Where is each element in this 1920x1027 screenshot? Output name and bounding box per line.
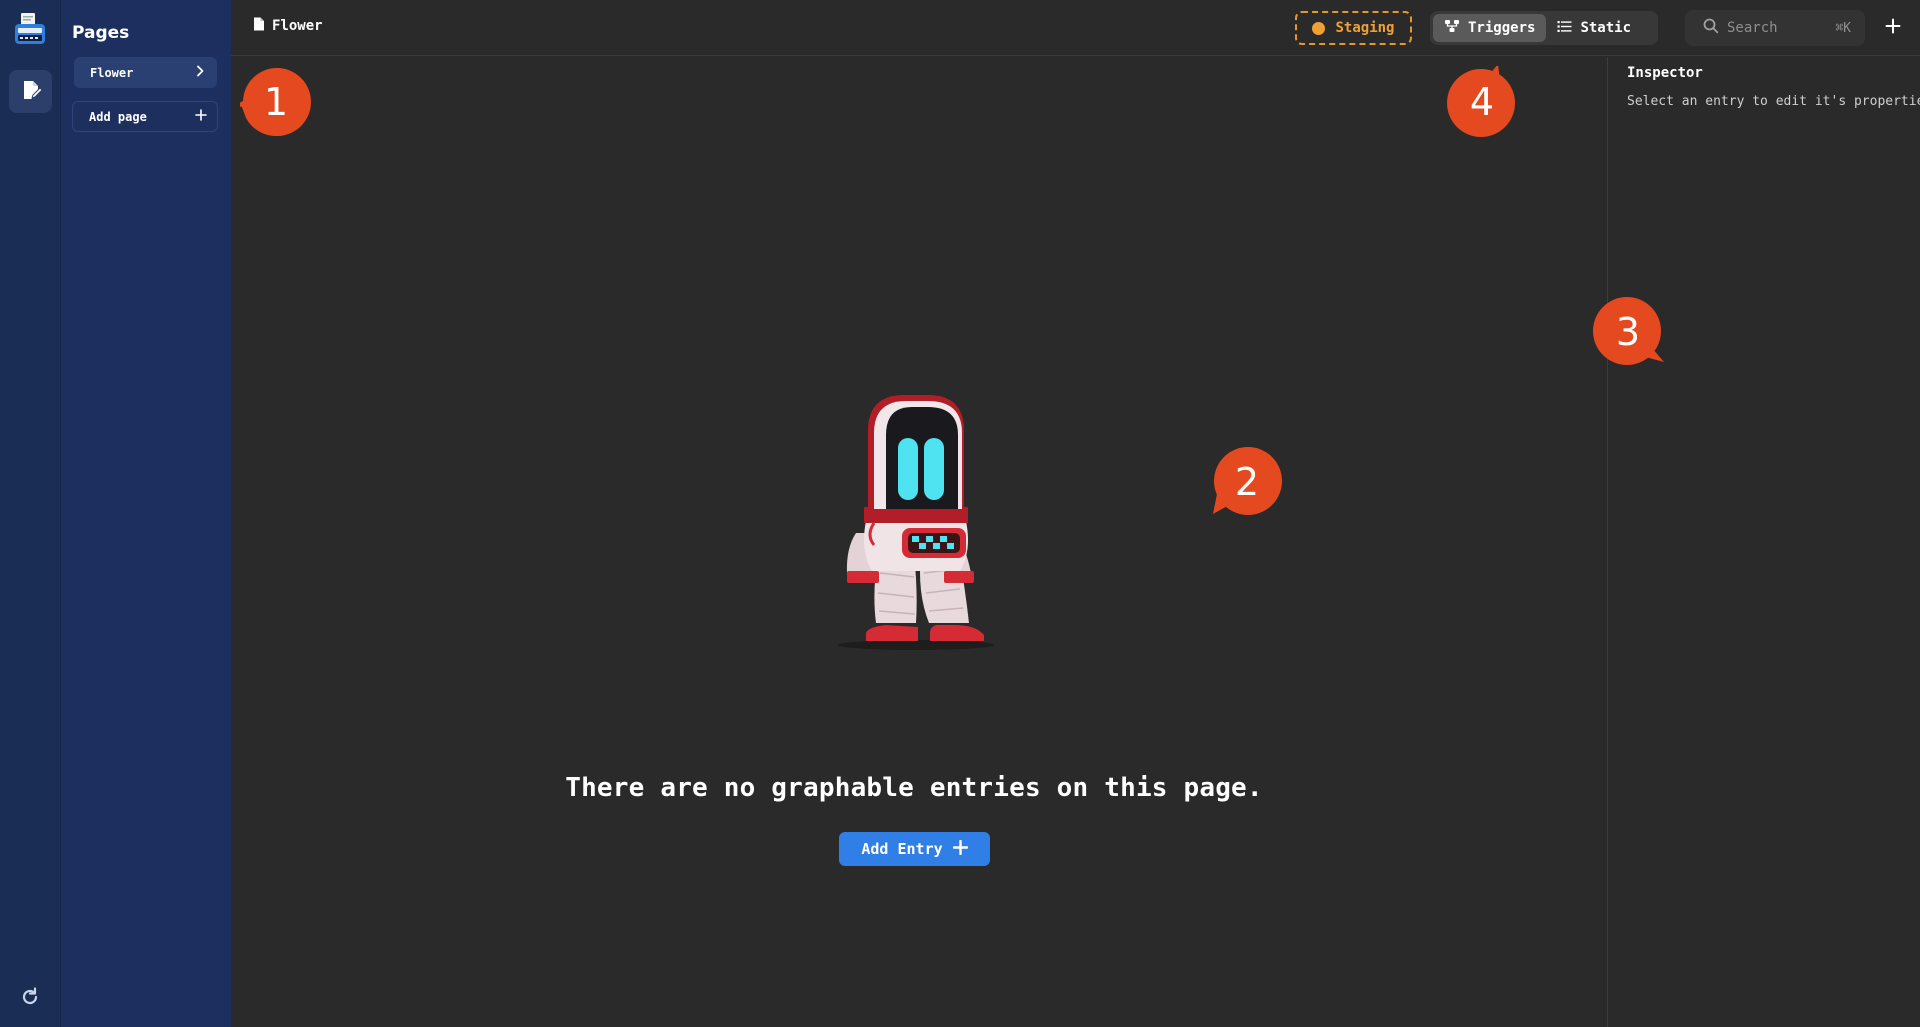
add-entry-button[interactable]: Add Entry bbox=[839, 832, 990, 866]
breadcrumb-page: Flower bbox=[272, 18, 323, 34]
robot-illustration bbox=[816, 383, 1016, 653]
plus-icon bbox=[952, 839, 968, 859]
callout-number: 1 bbox=[263, 80, 289, 124]
pages-title: Pages bbox=[72, 23, 130, 43]
pages-rail-button[interactable] bbox=[9, 70, 52, 113]
add-button[interactable] bbox=[1879, 14, 1907, 42]
graph-nodes-icon bbox=[1444, 19, 1460, 37]
breadcrumb: Flower bbox=[253, 17, 323, 35]
triggers-label: Triggers bbox=[1468, 20, 1536, 36]
inspector-hint: Select an entry to edit it's properties bbox=[1627, 94, 1920, 109]
search-icon bbox=[1703, 18, 1719, 38]
add-page-button[interactable]: Add page bbox=[72, 101, 218, 132]
callout-marker-1: 1 bbox=[236, 66, 312, 138]
edit-document-icon bbox=[20, 79, 43, 105]
document-icon bbox=[253, 17, 265, 35]
add-entry-label: Add Entry bbox=[861, 840, 943, 858]
pages-sidebar: Pages Flower Add page bbox=[61, 0, 231, 1027]
triggers-toggle-button[interactable]: Triggers bbox=[1433, 14, 1547, 42]
search-placeholder: Search bbox=[1727, 20, 1778, 36]
callout-marker-4: 4 bbox=[1446, 64, 1518, 138]
top-bar: Flower Staging Triggers Static Search ⌘K bbox=[231, 0, 1920, 56]
sidebar-item-label: Flower bbox=[90, 65, 134, 80]
sidebar-item-flower[interactable]: Flower bbox=[74, 57, 217, 88]
status-dot-icon bbox=[1312, 21, 1326, 35]
environment-badge[interactable]: Staging bbox=[1295, 11, 1412, 45]
search-shortcut: ⌘K bbox=[1835, 20, 1851, 36]
reload-icon[interactable] bbox=[19, 986, 41, 1008]
static-label: Static bbox=[1580, 20, 1632, 36]
callout-marker-2: 2 bbox=[1211, 446, 1283, 518]
callout-marker-3: 3 bbox=[1592, 296, 1664, 368]
plus-icon bbox=[195, 109, 207, 124]
static-toggle-button[interactable]: Static bbox=[1546, 14, 1642, 42]
callout-number: 3 bbox=[1615, 310, 1641, 354]
chevron-right-icon bbox=[195, 65, 205, 80]
view-toggle: Triggers Static bbox=[1430, 11, 1658, 45]
icon-rail bbox=[0, 0, 61, 1027]
add-page-label: Add page bbox=[89, 109, 147, 124]
plus-icon bbox=[1885, 18, 1901, 38]
environment-label: Staging bbox=[1335, 20, 1395, 36]
empty-state-message: There are no graphable entries on this p… bbox=[565, 773, 1263, 803]
app-logo-icon[interactable] bbox=[13, 12, 47, 46]
callout-number: 4 bbox=[1469, 80, 1495, 124]
list-icon bbox=[1557, 20, 1572, 37]
search-input[interactable]: Search ⌘K bbox=[1685, 10, 1865, 46]
inspector-title: Inspector bbox=[1627, 65, 1703, 81]
callout-number: 2 bbox=[1234, 460, 1260, 504]
graph-canvas[interactable]: There are no graphable entries on this p… bbox=[231, 57, 1607, 1027]
inspector-panel: Inspector Select an entry to edit it's p… bbox=[1607, 57, 1920, 1027]
